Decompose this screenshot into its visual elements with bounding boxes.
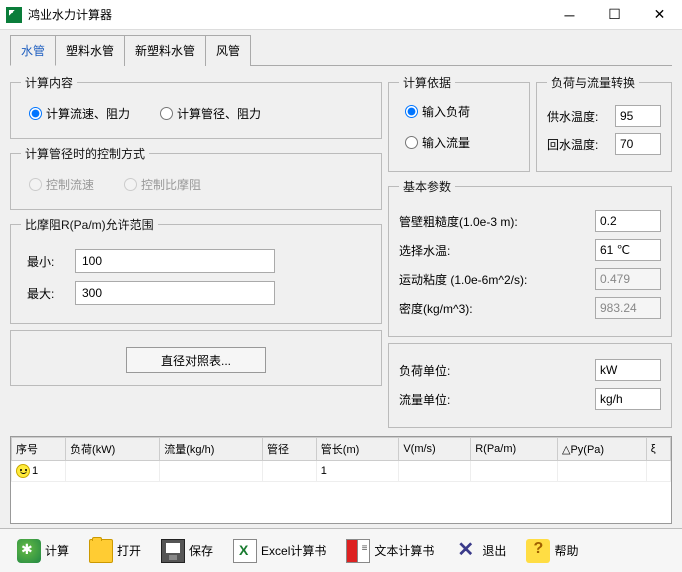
diameter-table-button[interactable]: 直径对照表... [126,347,266,373]
save-button[interactable]: 保存 [152,534,222,568]
calc-icon [17,539,41,563]
col-velocity[interactable]: V(m/s) [399,438,471,461]
units-group: 负荷单位: 流量单位: [388,343,672,428]
tab-duct[interactable]: 风管 [205,35,251,66]
load-conversion-group: 负荷与流量转换 供水温度: 回水温度: [536,74,672,172]
help-icon [526,539,550,563]
roughness-input[interactable] [595,210,661,232]
radio-control-flow: 控制流速 [29,176,94,193]
calc-basis-legend: 计算依据 [399,74,455,91]
window-title: 鸿业水力计算器 [28,6,547,23]
viscosity-input [595,268,661,290]
tab-water-pipe[interactable]: 水管 [10,35,56,66]
flow-unit-label: 流量单位: [399,391,450,408]
calc-content-group: 计算内容 计算流速、阻力 计算管径、阻力 [10,74,382,139]
radio-calc-diameter-resistance[interactable]: 计算管径、阻力 [160,105,261,122]
viscosity-label: 运动粘度 (1.0e-6m^2/s): [399,271,527,288]
col-delta-py[interactable]: △Py(Pa) [558,438,647,461]
load-unit-label: 负荷单位: [399,362,450,379]
return-temp-label: 回水温度: [547,136,598,153]
load-conversion-legend: 负荷与流量转换 [547,74,639,91]
basic-params-group: 基本参数 管壁粗糙度(1.0e-3 m): 选择水温: 运动粘度 (1.0e-6… [388,178,672,337]
col-friction[interactable]: R(Pa/m) [471,438,558,461]
tab-plastic-pipe[interactable]: 塑料水管 [55,35,125,66]
folder-open-icon [89,539,113,563]
maximize-button[interactable]: ☐ [592,0,637,30]
help-button[interactable]: 帮助 [517,534,587,568]
minimize-button[interactable]: ─ [547,0,592,30]
col-seq[interactable]: 序号 [12,438,66,461]
friction-range-group: 比摩阻R(Pa/m)允许范围 最小: 最大: [10,216,382,324]
density-label: 密度(kg/m^3): [399,300,473,317]
calc-content-legend: 计算内容 [21,74,77,91]
friction-min-label: 最小: [27,253,67,270]
basic-params-legend: 基本参数 [399,178,455,195]
text-report-button[interactable]: 文本计算书 [337,534,443,568]
radio-input-load[interactable]: 输入负荷 [405,103,513,120]
close-button[interactable]: ✕ [637,0,682,30]
col-flow[interactable]: 流量(kg/h) [160,438,263,461]
col-diameter[interactable]: 管径 [262,438,316,461]
return-temp-input[interactable] [615,133,661,155]
roughness-label: 管壁粗糙度(1.0e-3 m): [399,213,518,230]
supply-temp-label: 供水温度: [547,108,598,125]
load-unit-input[interactable] [595,359,661,381]
table-row[interactable]: 1 1 [12,461,671,482]
density-input [595,297,661,319]
radio-control-friction: 控制比摩阻 [124,176,201,193]
text-file-icon [346,539,370,563]
exit-button[interactable]: 退出 [445,534,515,568]
control-mode-group: 计算管径时的控制方式 控制流速 控制比摩阻 [10,145,382,210]
supply-temp-input[interactable] [615,105,661,127]
toolbar: 计算 打开 保存 Excel计算书 文本计算书 退出 帮助 [0,528,682,572]
results-table[interactable]: 序号 负荷(kW) 流量(kg/h) 管径 管长(m) V(m/s) R(Pa/… [10,436,672,524]
friction-min-input[interactable] [75,249,275,273]
friction-range-legend: 比摩阻R(Pa/m)允许范围 [21,216,158,233]
excel-icon [233,539,257,563]
water-temp-label: 选择水温: [399,242,450,259]
tab-bar: 水管 塑料水管 新塑料水管 风管 [0,30,682,65]
col-xi[interactable]: ξ [646,438,670,461]
col-load[interactable]: 负荷(kW) [66,438,160,461]
app-icon [6,7,22,23]
calc-basis-group: 计算依据 输入负荷 输入流量 [388,74,530,172]
titlebar: 鸿业水力计算器 ─ ☐ ✕ [0,0,682,30]
tab-new-plastic-pipe[interactable]: 新塑料水管 [124,35,206,66]
floppy-save-icon [161,539,185,563]
radio-calc-flow-resistance[interactable]: 计算流速、阻力 [29,105,130,122]
calc-button[interactable]: 计算 [8,534,78,568]
open-button[interactable]: 打开 [80,534,150,568]
friction-max-input[interactable] [75,281,275,305]
radio-input-flow[interactable]: 输入流量 [405,134,513,151]
col-length[interactable]: 管长(m) [316,438,399,461]
flow-unit-input[interactable] [595,388,661,410]
water-temp-input[interactable] [595,239,661,261]
friction-max-label: 最大: [27,285,67,302]
control-mode-legend: 计算管径时的控制方式 [21,145,149,162]
excel-report-button[interactable]: Excel计算书 [224,534,335,568]
row-status-icon [16,464,30,478]
exit-icon [454,539,478,563]
